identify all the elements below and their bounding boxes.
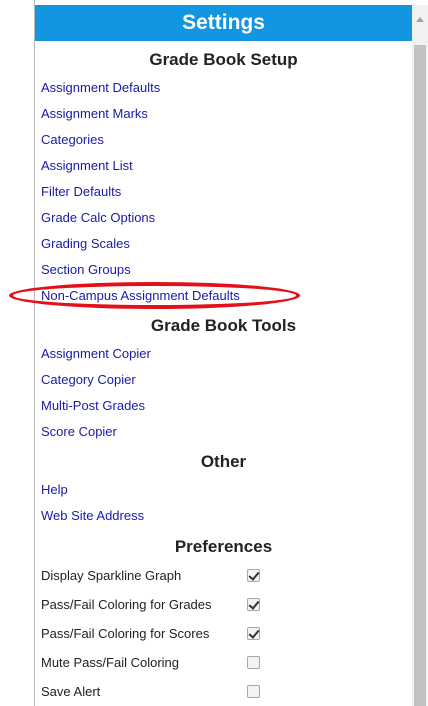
- link-multi-post-grades[interactable]: Multi-Post Grades: [41, 398, 145, 413]
- link-section-groups[interactable]: Section Groups: [41, 262, 131, 277]
- pref-label-save-alert: Save Alert: [41, 684, 101, 699]
- section-title-other: Other: [200, 452, 247, 471]
- link-assignment-copier[interactable]: Assignment Copier: [41, 346, 151, 361]
- link-web-site-address[interactable]: Web Site Address: [41, 508, 144, 523]
- link-grade-calc-options[interactable]: Grade Calc Options: [41, 210, 155, 225]
- checkbox-pass-fail-coloring-scores[interactable]: [247, 627, 260, 640]
- link-non-campus-assignment-defaults[interactable]: Non-Campus Assignment Defaults: [41, 288, 240, 303]
- scroll-up-arrow-icon[interactable]: [412, 5, 428, 41]
- checkbox-pass-fail-coloring-grades[interactable]: [247, 598, 260, 611]
- pref-label-mute-pass-fail-coloring: Mute Pass/Fail Coloring: [41, 655, 179, 670]
- link-assignment-marks[interactable]: Assignment Marks: [41, 106, 148, 121]
- vertical-scrollbar[interactable]: [412, 5, 428, 706]
- link-category-copier[interactable]: Category Copier: [41, 372, 136, 387]
- checkbox-save-alert[interactable]: [247, 685, 260, 698]
- link-help[interactable]: Help: [41, 482, 68, 497]
- link-assignment-list[interactable]: Assignment List: [41, 158, 133, 173]
- settings-header: Settings: [35, 5, 412, 41]
- scrollbar-thumb[interactable]: [414, 45, 426, 706]
- pref-label-display-sparkline-graph: Display Sparkline Graph: [41, 568, 182, 583]
- section-title-preferences: Preferences: [174, 537, 273, 556]
- settings-panel: Settings Grade Book Setup Assignment Def…: [0, 0, 428, 706]
- checkbox-display-sparkline-graph[interactable]: [247, 569, 260, 582]
- link-grading-scales[interactable]: Grading Scales: [41, 236, 130, 251]
- panel-left-border: [34, 0, 35, 706]
- checkbox-mute-pass-fail-coloring[interactable]: [247, 656, 260, 669]
- section-title-grade-book-setup: Grade Book Setup: [149, 50, 298, 69]
- link-assignment-defaults[interactable]: Assignment Defaults: [41, 80, 160, 95]
- pref-label-pass-fail-coloring-scores: Pass/Fail Coloring for Scores: [41, 626, 210, 641]
- section-title-grade-book-tools: Grade Book Tools: [150, 316, 297, 335]
- link-score-copier[interactable]: Score Copier: [41, 424, 117, 439]
- link-categories[interactable]: Categories: [41, 132, 104, 147]
- link-filter-defaults[interactable]: Filter Defaults: [41, 184, 121, 199]
- pref-label-pass-fail-coloring-grades: Pass/Fail Coloring for Grades: [41, 597, 212, 612]
